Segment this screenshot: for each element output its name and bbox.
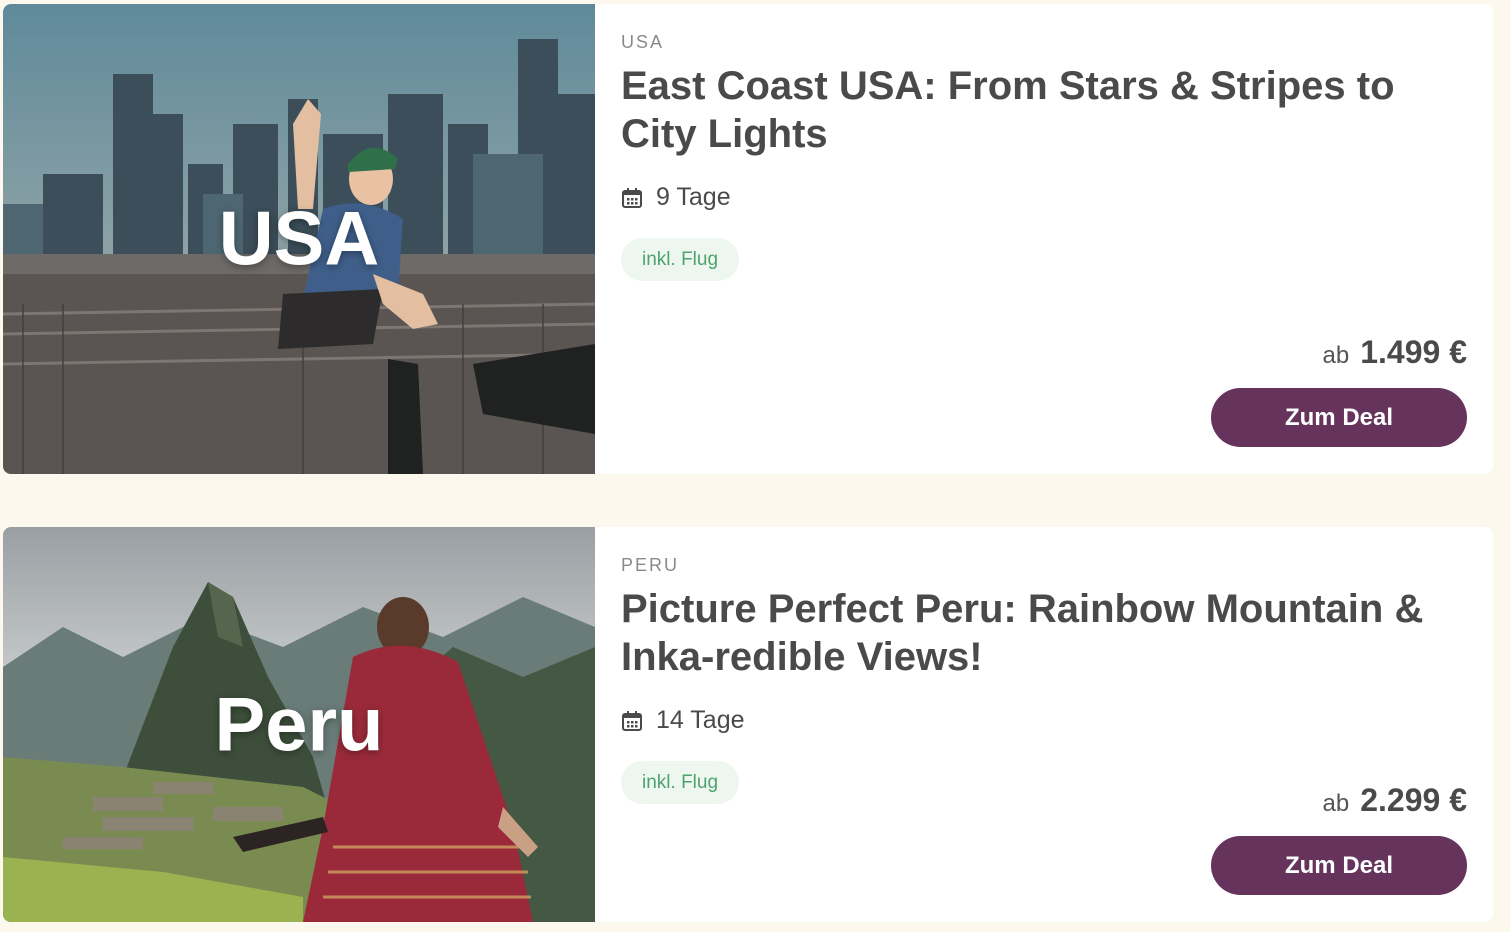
price-amount: 1.499 € xyxy=(1360,334,1467,370)
duration-text: 14 Tage xyxy=(656,706,745,734)
deals-list: USA USA East Coast USA: From Stars & Str… xyxy=(0,0,1510,932)
deal-image-usa[interactable]: USA xyxy=(3,4,595,474)
flight-included-badge: inkl. Flug xyxy=(621,761,740,804)
deal-image-peru[interactable]: Peru xyxy=(3,527,595,922)
deal-duration: 14 Tage xyxy=(621,706,1467,735)
image-country-label: USA xyxy=(218,196,380,282)
calendar-icon xyxy=(622,710,642,731)
image-country-label: Peru xyxy=(214,682,384,767)
deal-card-peru[interactable]: Peru PERU Picture Perfect Peru: Rainbow … xyxy=(3,527,1493,922)
zum-deal-button[interactable]: Zum Deal xyxy=(1211,388,1467,447)
deal-details: USA East Coast USA: From Stars & Stripes… xyxy=(595,4,1493,474)
deal-price: ab 2.299 € xyxy=(1323,782,1467,819)
price-prefix: ab xyxy=(1322,790,1350,817)
deal-country: USA xyxy=(621,32,665,52)
calendar-icon xyxy=(622,187,642,208)
deal-duration: 9 Tage xyxy=(621,183,1467,212)
flight-included-badge: inkl. Flug xyxy=(621,238,740,281)
deal-title[interactable]: East Coast USA: From Stars & Stripes to … xyxy=(621,62,1451,158)
price-amount: 2.299 € xyxy=(1360,782,1467,818)
deal-title[interactable]: Picture Perfect Peru: Rainbow Mountain &… xyxy=(621,585,1451,681)
deal-details: PERU Picture Perfect Peru: Rainbow Mount… xyxy=(595,527,1493,922)
zum-deal-button[interactable]: Zum Deal xyxy=(1211,836,1467,895)
deal-card-usa[interactable]: USA USA East Coast USA: From Stars & Str… xyxy=(3,4,1493,474)
deal-price: ab 1.499 € xyxy=(1323,334,1467,371)
deal-country: PERU xyxy=(621,555,680,575)
duration-text: 9 Tage xyxy=(656,183,731,211)
price-prefix: ab xyxy=(1322,342,1350,369)
